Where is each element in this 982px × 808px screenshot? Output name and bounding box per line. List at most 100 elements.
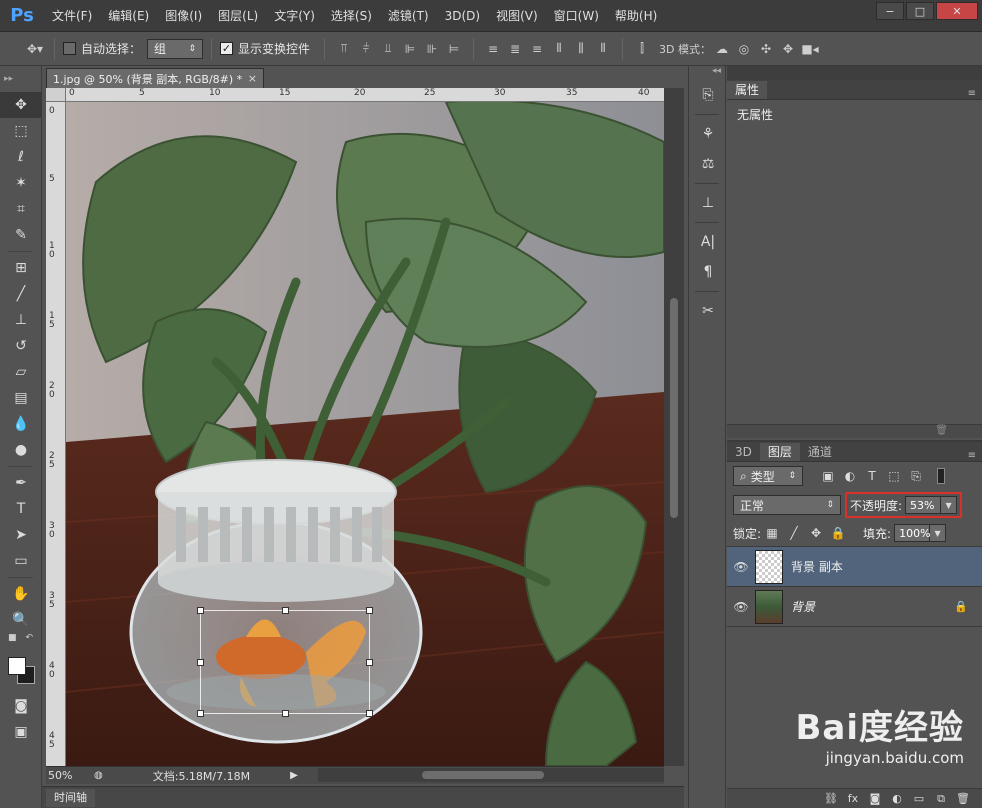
- adjustments-icon[interactable]: ⚖: [689, 149, 727, 179]
- path-selection-tool-icon[interactable]: ➤: [0, 522, 42, 548]
- timeline-tab[interactable]: 时间轴: [46, 788, 95, 807]
- document-canvas[interactable]: [66, 102, 664, 766]
- vertical-scroll-thumb[interactable]: [670, 298, 678, 518]
- menu-edit[interactable]: 编辑(E): [100, 0, 157, 32]
- menu-help[interactable]: 帮助(H): [607, 0, 665, 32]
- collapse-icon[interactable]: ▸▸: [0, 66, 41, 92]
- transform-handle[interactable]: [282, 607, 289, 614]
- close-window-button[interactable]: ✕: [936, 2, 978, 20]
- transform-handle[interactable]: [366, 710, 373, 717]
- filter-pixel-icon[interactable]: ▣: [817, 469, 839, 483]
- transform-handle[interactable]: [197, 607, 204, 614]
- tab-properties[interactable]: 属性: [727, 81, 768, 99]
- history-brush-tool-icon[interactable]: ↺: [0, 333, 42, 359]
- 3d-slide-icon[interactable]: ✥: [778, 39, 798, 59]
- tab-3d[interactable]: 3D: [727, 443, 760, 461]
- maximize-button[interactable]: □: [906, 2, 934, 20]
- auto-select-checkbox[interactable]: [63, 42, 76, 55]
- show-transform-checkbox[interactable]: ✓: [220, 42, 234, 55]
- new-group-icon[interactable]: ▭: [908, 792, 930, 805]
- opacity-slider-button[interactable]: ▼: [941, 496, 958, 514]
- distribute-left-icon[interactable]: ⫴: [549, 39, 569, 59]
- status-arrow-icon[interactable]: ▶: [290, 770, 298, 781]
- lasso-tool-icon[interactable]: ℓ: [0, 144, 42, 170]
- brush-tool-icon[interactable]: ╱: [0, 281, 42, 307]
- filter-smart-object-icon[interactable]: ⎘: [905, 469, 927, 484]
- swap-colors-icon[interactable]: ■ ↶: [0, 633, 41, 647]
- lock-image-icon[interactable]: ╱: [783, 526, 805, 540]
- document-tab[interactable]: 1.jpg @ 50% (背景 副本, RGB/8#) * ×: [46, 68, 264, 88]
- filter-shape-icon[interactable]: ⬚: [883, 469, 905, 483]
- align-top-icon[interactable]: ⫪: [334, 39, 354, 59]
- visibility-eye-icon[interactable]: 👁: [727, 560, 755, 574]
- link-layers-icon[interactable]: ⛓: [820, 792, 842, 805]
- align-vcenter-icon[interactable]: ⫩: [356, 39, 376, 59]
- history-panel-icon[interactable]: ⎘: [689, 80, 727, 110]
- horizontal-ruler[interactable]: 0 5 10 15 20 25 30 35 40: [66, 88, 664, 102]
- menu-layer[interactable]: 图层(L): [210, 0, 266, 32]
- auto-align-icon[interactable]: ⫿: [632, 39, 652, 59]
- fill-input[interactable]: 100%: [894, 524, 931, 542]
- collapse-icon[interactable]: ◂◂: [689, 66, 725, 80]
- align-hcenter-icon[interactable]: ⊪: [422, 39, 442, 59]
- transform-handle[interactable]: [366, 607, 373, 614]
- menu-type[interactable]: 文字(Y): [266, 0, 323, 32]
- move-tool-preset-icon[interactable]: ✥▾: [25, 39, 45, 59]
- visibility-eye-icon[interactable]: 👁: [727, 600, 755, 614]
- horizontal-scrollbar[interactable]: [318, 768, 664, 782]
- adjustment-layer-icon[interactable]: ◐: [886, 792, 908, 805]
- layer-row-background-copy[interactable]: 👁 背景 副本: [727, 547, 982, 587]
- vertical-ruler[interactable]: 0 5 1 0 1 5 2 0 2 5 3 0 3 5 4 0 4 5: [46, 102, 66, 766]
- transform-handle[interactable]: [197, 659, 204, 666]
- blend-mode-dropdown[interactable]: 正常 ⇕: [733, 495, 841, 515]
- zoom-level[interactable]: 50%: [46, 769, 94, 782]
- 3d-roll-icon[interactable]: ◎: [734, 39, 754, 59]
- close-document-icon[interactable]: ×: [248, 72, 257, 85]
- menu-3d[interactable]: 3D(D): [437, 0, 488, 32]
- quick-mask-icon[interactable]: ◙: [0, 693, 42, 719]
- lock-all-icon[interactable]: 🔒: [827, 526, 849, 540]
- filter-toggle[interactable]: [937, 468, 945, 484]
- add-mask-icon[interactable]: ◙: [864, 792, 886, 805]
- layer-row-background[interactable]: 👁 背景 🔒: [727, 587, 982, 627]
- pen-tool-icon[interactable]: ✒: [0, 470, 42, 496]
- menu-window[interactable]: 窗口(W): [546, 0, 607, 32]
- filter-type-icon[interactable]: T: [861, 469, 883, 483]
- delete-layer-icon[interactable]: 🗑: [952, 792, 974, 805]
- screen-mode-icon[interactable]: ▣: [0, 719, 42, 745]
- distribute-hcenter-icon[interactable]: ⫼: [571, 39, 591, 59]
- panel-menu-icon[interactable]: ≡: [968, 450, 982, 461]
- fill-slider-button[interactable]: ▼: [930, 524, 947, 542]
- zoom-tool-icon[interactable]: 🔍: [0, 607, 42, 633]
- color-swatches[interactable]: [0, 651, 41, 693]
- hand-tool-icon[interactable]: ✋: [0, 581, 42, 607]
- eraser-tool-icon[interactable]: ▱: [0, 359, 42, 385]
- crop-tool-icon[interactable]: ⌗: [0, 196, 42, 222]
- eyedropper-tool-icon[interactable]: ✎: [0, 222, 42, 248]
- move-tool-icon[interactable]: ✥: [0, 92, 42, 118]
- paragraph-panel-icon[interactable]: ¶: [689, 257, 727, 287]
- ruler-origin[interactable]: [46, 88, 66, 102]
- menu-view[interactable]: 视图(V): [488, 0, 546, 32]
- transform-handle[interactable]: [282, 710, 289, 717]
- transform-bounding-box[interactable]: [197, 607, 373, 717]
- gradient-tool-icon[interactable]: ▤: [0, 385, 42, 411]
- opacity-input[interactable]: 53%: [905, 496, 942, 514]
- blur-tool-icon[interactable]: 💧: [0, 411, 42, 437]
- character-panel-icon[interactable]: A|: [689, 227, 727, 257]
- magic-wand-tool-icon[interactable]: ✶: [0, 170, 42, 196]
- clone-source-icon[interactable]: ⊥: [689, 188, 727, 218]
- menu-select[interactable]: 选择(S): [323, 0, 380, 32]
- clone-stamp-tool-icon[interactable]: ⊥: [0, 307, 42, 333]
- lock-position-icon[interactable]: ✥: [805, 526, 827, 540]
- foreground-color-swatch[interactable]: [8, 657, 26, 675]
- type-tool-icon[interactable]: T: [0, 496, 42, 522]
- vertical-scrollbar[interactable]: [664, 88, 684, 766]
- distribute-right-icon[interactable]: ⫴: [593, 39, 613, 59]
- transform-handle[interactable]: [197, 710, 204, 717]
- brush-presets-icon[interactable]: ⚘: [689, 119, 727, 149]
- panel-menu-icon[interactable]: ≡: [968, 88, 982, 99]
- align-left-icon[interactable]: ⊫: [400, 39, 420, 59]
- distribute-top-icon[interactable]: ≡: [483, 39, 503, 59]
- lock-transparent-icon[interactable]: ▦: [761, 526, 783, 540]
